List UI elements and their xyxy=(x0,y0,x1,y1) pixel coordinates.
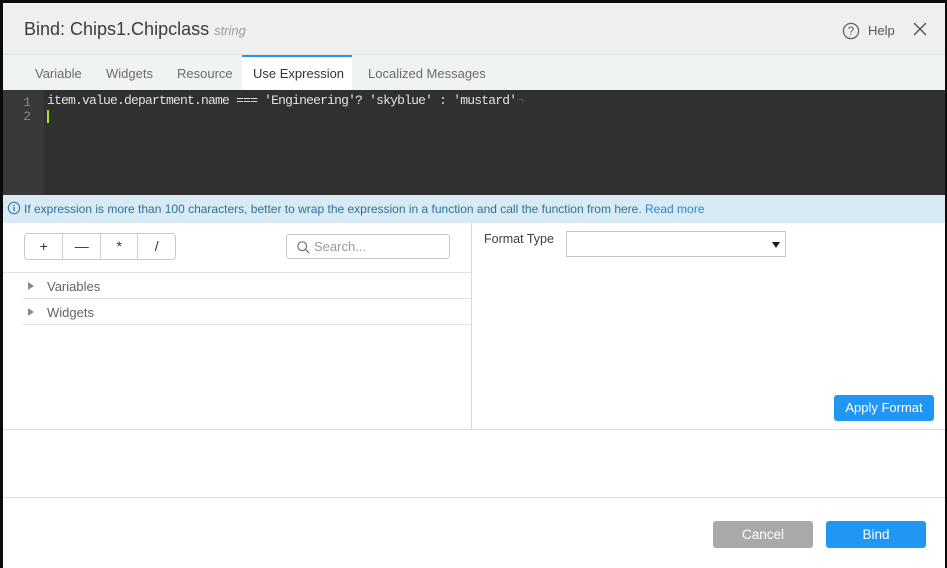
svg-text:?: ? xyxy=(848,26,854,38)
